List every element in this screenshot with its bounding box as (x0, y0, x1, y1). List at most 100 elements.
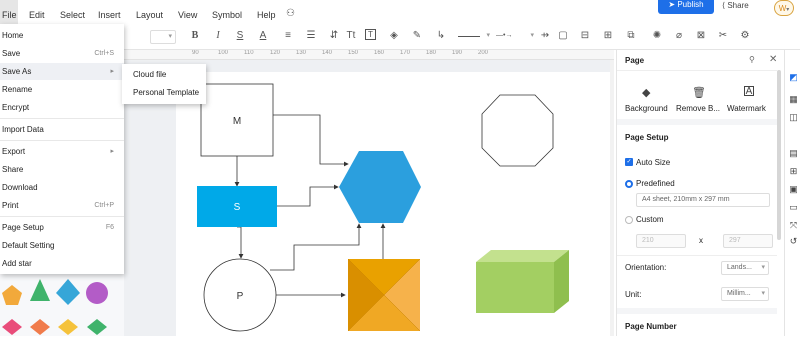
italic-icon[interactable]: I (211, 29, 225, 43)
file-menu-label: Home (2, 31, 24, 40)
menu-edit[interactable]: Edit (29, 0, 45, 24)
tools-icon[interactable]: ✂ (716, 29, 730, 43)
font-size-select[interactable]: ▾ (150, 30, 176, 44)
trash-icon[interactable]: 🗑 (692, 86, 706, 99)
expand-icon[interactable]: ⤧ (788, 220, 799, 231)
connector-m-hexagon[interactable] (273, 114, 349, 167)
file-menu-shortcut: Ctrl+P (94, 202, 114, 209)
style-icon[interactable]: ◩ (788, 72, 799, 83)
file-menu-save[interactable]: Save Ctrl+S (0, 45, 124, 62)
menu-file[interactable]: File (0, 0, 18, 24)
align-shapes-icon[interactable]: ⊟ (578, 29, 592, 43)
tab-remove-background[interactable]: Remove B... (676, 104, 720, 113)
connector-s-p[interactable] (237, 226, 244, 259)
chevron-down-icon: ▾ (486, 32, 490, 39)
submenu-personal-template[interactable]: Personal Template (122, 84, 206, 102)
arrange-icon[interactable]: ⇸ (538, 29, 552, 43)
section-divider (617, 255, 777, 256)
custom-label: Custom (636, 215, 664, 224)
lock-icon[interactable]: ⌀ (672, 29, 686, 43)
sparkle-icon[interactable]: ✺ (650, 29, 664, 43)
bold-icon[interactable]: B (188, 29, 202, 43)
menu-view[interactable]: View (178, 0, 197, 24)
side-toolbar: ◩ ▦ ◫ ▤ ⊞ ▣ ▭ ⤧ ↺ (784, 50, 800, 336)
shape-octagon[interactable] (481, 94, 554, 167)
layers-icon[interactable]: ◫ (788, 112, 799, 123)
page-setup-heading: Page Setup (625, 133, 669, 142)
settings-icon[interactable]: ⚙ (738, 29, 752, 43)
watermark-icon[interactable]: A (744, 86, 754, 97)
chevron-down-icon: ▾ (530, 32, 534, 39)
predefined-radio[interactable] (625, 180, 633, 188)
file-menu-rename[interactable]: Rename (0, 81, 124, 98)
tab-background[interactable]: Background (625, 104, 668, 113)
file-menu-label: Download (2, 183, 38, 192)
file-menu-add-star[interactable]: Add star (0, 255, 124, 272)
group-icon[interactable]: ▢ (556, 29, 570, 43)
file-menu-save-as[interactable]: Save As ▸ (0, 63, 124, 80)
binoculars-icon[interactable]: ⚇ (286, 0, 295, 24)
file-menu-default-setting[interactable]: Default Setting (0, 237, 124, 254)
align-left-icon[interactable]: ≡ (281, 29, 295, 43)
menu-layout[interactable]: Layout (136, 0, 163, 24)
auto-size-checkbox[interactable]: ✓ (625, 158, 633, 166)
shape-hexagon[interactable] (339, 151, 421, 223)
section-divider (617, 308, 777, 314)
panel-scrollbar[interactable] (777, 70, 781, 240)
submenu-cloud-file[interactable]: Cloud file (122, 66, 206, 84)
grid-icon[interactable]: ▦ (788, 94, 799, 105)
file-menu-encrypt[interactable]: Encrypt (0, 99, 124, 116)
tab-watermark[interactable]: Watermark (727, 104, 766, 113)
line-color-icon[interactable]: ✎ (410, 29, 424, 43)
file-menu-import-data[interactable]: Import Data (0, 121, 124, 138)
file-menu-export[interactable]: Export ▸ (0, 143, 124, 160)
section-divider (617, 119, 777, 125)
data-icon[interactable]: ⊞ (788, 166, 799, 177)
orientation-select[interactable]: Lands... ▾ (721, 261, 769, 275)
shape-rect-s-label: S (234, 202, 241, 213)
shape-cube[interactable] (476, 250, 569, 313)
connector-p-hexagon[interactable] (270, 223, 362, 271)
publish-button[interactable]: ➤ Publish (658, 0, 714, 14)
crop-icon[interactable]: ⊠ (694, 29, 708, 43)
line-style-select[interactable]: ▾ (456, 30, 492, 44)
menu-help[interactable]: Help (257, 0, 276, 24)
distribute-icon[interactable]: ⊞ (601, 29, 615, 43)
file-menu-home[interactable]: Home (0, 27, 124, 44)
pin-icon[interactable]: ⚲ (749, 55, 755, 64)
menu-insert[interactable]: Insert (98, 0, 121, 24)
custom-width-input[interactable]: 210 (636, 234, 686, 248)
arrow-style-select[interactable]: —•→ ▾ (494, 30, 536, 44)
history-icon[interactable]: ↺ (788, 236, 799, 247)
underline-icon[interactable]: S (233, 29, 247, 43)
background-icon[interactable]: ◆ (642, 86, 650, 99)
align-center-icon[interactable]: ☰ (304, 29, 318, 43)
menu-symbol[interactable]: Symbol (212, 0, 242, 24)
connector-s-hexagon[interactable] (277, 184, 339, 207)
custom-radio[interactable] (625, 216, 633, 224)
menu-select[interactable]: Select (60, 0, 85, 24)
file-menu-page-setup[interactable]: Page Setup F6 (0, 219, 124, 236)
fill-bucket-icon[interactable]: ◈ (387, 29, 401, 43)
file-menu-share[interactable]: Share (0, 161, 124, 178)
connector-style-icon[interactable]: ↳ (434, 29, 448, 43)
avatar[interactable]: W▾ (774, 0, 794, 16)
unit-select[interactable]: Millim... ▾ (721, 287, 769, 301)
auto-size-label: Auto Size (636, 158, 671, 167)
comment-icon[interactable]: ▭ (788, 202, 799, 213)
size-icon[interactable]: ⧉ (624, 29, 638, 43)
share-button[interactable]: ⟨ Share (722, 0, 766, 14)
close-icon[interactable]: ✕ (769, 54, 777, 65)
file-menu-download[interactable]: Download (0, 179, 124, 196)
file-menu-print[interactable]: Print Ctrl+P (0, 197, 124, 214)
predefined-size-select[interactable]: A4 sheet, 210mm x 297 mm (636, 193, 770, 207)
font-color-icon[interactable]: A (256, 29, 270, 43)
text-box-icon[interactable]: T (365, 29, 376, 40)
text-spacing-icon[interactable]: ⇵ (327, 29, 341, 43)
custom-height-input[interactable]: 297 (723, 234, 773, 248)
shape-pyramid[interactable] (347, 258, 421, 332)
orientation-value: Lands... (727, 264, 752, 271)
text-size-icon[interactable]: Tt (344, 29, 358, 43)
page-list-icon[interactable]: ▤ (788, 148, 799, 159)
image-icon[interactable]: ▣ (788, 184, 799, 195)
